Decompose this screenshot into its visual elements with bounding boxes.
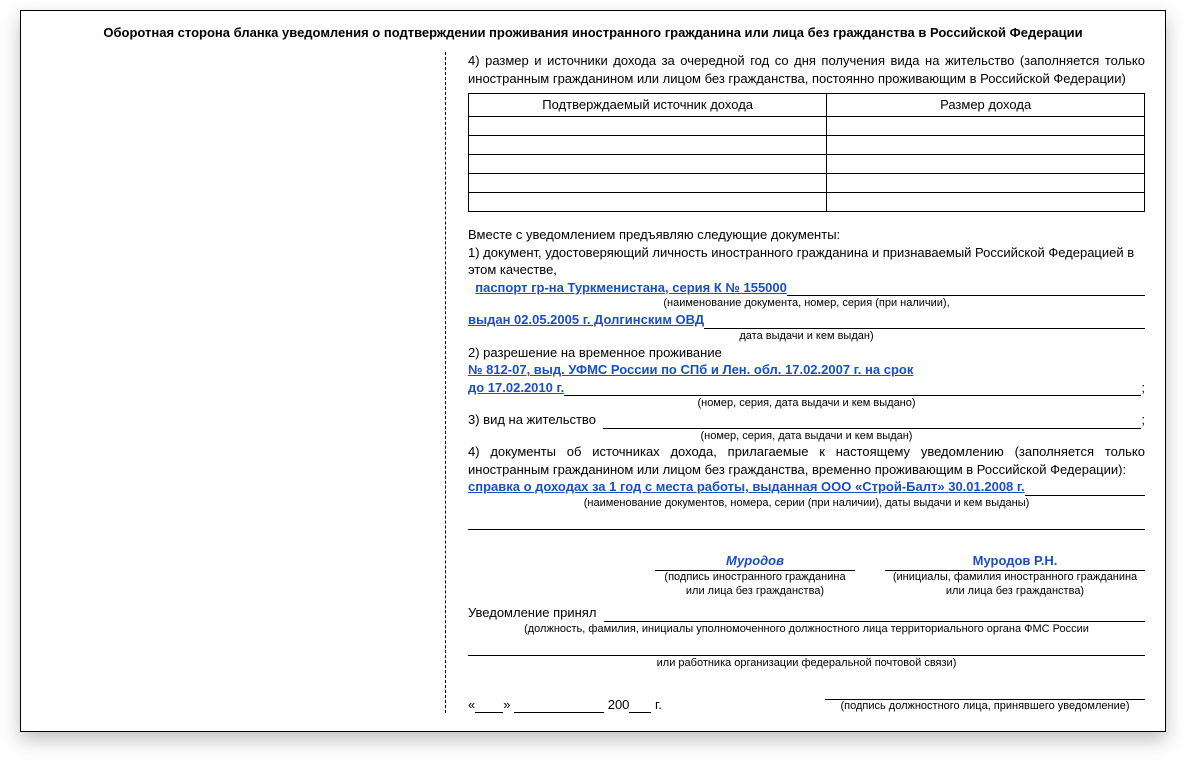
applicant-name-caption: (инициалы, фамилия иностранного граждани… bbox=[885, 571, 1145, 597]
doc2-hint: (номер, серия, дата выдачи и кем выдано) bbox=[468, 396, 1145, 411]
table-row bbox=[469, 117, 1145, 136]
income-col-source: Подтверждаемый источник дохода bbox=[469, 94, 827, 117]
table-row bbox=[469, 193, 1145, 212]
date-row: « » 200 г. (подпись должностного лица, п… bbox=[468, 685, 1145, 713]
table-row bbox=[469, 136, 1145, 155]
doc3-hint: (номер, серия, дата выдачи и кем выдан) bbox=[468, 429, 1145, 444]
date-day-field bbox=[475, 698, 503, 713]
date-month-field bbox=[514, 698, 604, 713]
signature-block: Муродов (подпись иностранного гражданина… bbox=[468, 552, 1145, 598]
main-content: 4) размер и источники дохода за очередно… bbox=[446, 52, 1145, 713]
page-title: Оборотная сторона бланка уведомления о п… bbox=[41, 25, 1145, 40]
doc4-value: справка о доходах за 1 год с места работ… bbox=[468, 478, 1025, 496]
doc1-line2: выдан 02.05.2005 г. Долгинским ОВД bbox=[468, 311, 704, 329]
docs-intro: Вместе с уведомлением предъявляю следующ… bbox=[468, 226, 1145, 244]
doc4-hint: (наименование документов, номера, серии … bbox=[468, 496, 1145, 511]
applicant-name: Муродов Р.Н. bbox=[885, 552, 1145, 572]
section-4-label: 4) размер и источники дохода за очередно… bbox=[468, 52, 1145, 87]
document-page: Оборотная сторона бланка уведомления о п… bbox=[20, 10, 1166, 732]
tearoff-stub bbox=[41, 52, 446, 713]
date-year-field bbox=[629, 698, 651, 713]
doc1-hint2: дата выдачи и кем выдан) bbox=[468, 329, 1145, 344]
table-row bbox=[469, 155, 1145, 174]
accepted-label: Уведомление принял bbox=[468, 604, 604, 623]
official-signature-caption: (подпись должностного лица, принявшего у… bbox=[825, 700, 1145, 713]
doc2-value-cont: до 17.02.2010 г. bbox=[468, 379, 564, 397]
applicant-signature-caption: (подпись иностранного гражданинаили лица… bbox=[655, 571, 855, 597]
doc1-value: паспорт гр-на Туркменистана, серия К № 1… bbox=[475, 279, 787, 297]
date-year-suffix: г. bbox=[655, 696, 662, 714]
body-wrap: 4) размер и источники дохода за очередно… bbox=[41, 52, 1145, 713]
accepted-row: Уведомление принял bbox=[468, 604, 1145, 623]
doc4-label: 4) документы об источниках дохода, прила… bbox=[468, 443, 1145, 478]
doc1-hint: (наименование документа, номер, серия (п… bbox=[468, 296, 1145, 311]
income-col-amount: Размер дохода bbox=[827, 94, 1145, 117]
doc3-label: 3) вид на жительство bbox=[468, 411, 596, 429]
doc2-value-prefix: № 812-07, выд. УФМС России по СПб и Лен.… bbox=[468, 361, 913, 379]
doc1-label: 1) документ, удостоверяющий личность ино… bbox=[468, 244, 1145, 279]
date-year-prefix: 200 bbox=[608, 696, 630, 714]
accepted-hint: (должность, фамилия, инициалы уполномоче… bbox=[468, 622, 1145, 637]
applicant-signature: Муродов bbox=[655, 552, 855, 572]
income-table: Подтверждаемый источник дохода Размер до… bbox=[468, 93, 1145, 212]
table-row bbox=[469, 174, 1145, 193]
accepted-hint2: или работника организации федеральной по… bbox=[468, 656, 1145, 671]
doc2-label: 2) разрешение на временное проживание bbox=[468, 344, 722, 362]
official-signature-line bbox=[825, 685, 1145, 700]
date-quote-open: « bbox=[468, 696, 475, 714]
date-quote-close: » bbox=[503, 696, 510, 714]
